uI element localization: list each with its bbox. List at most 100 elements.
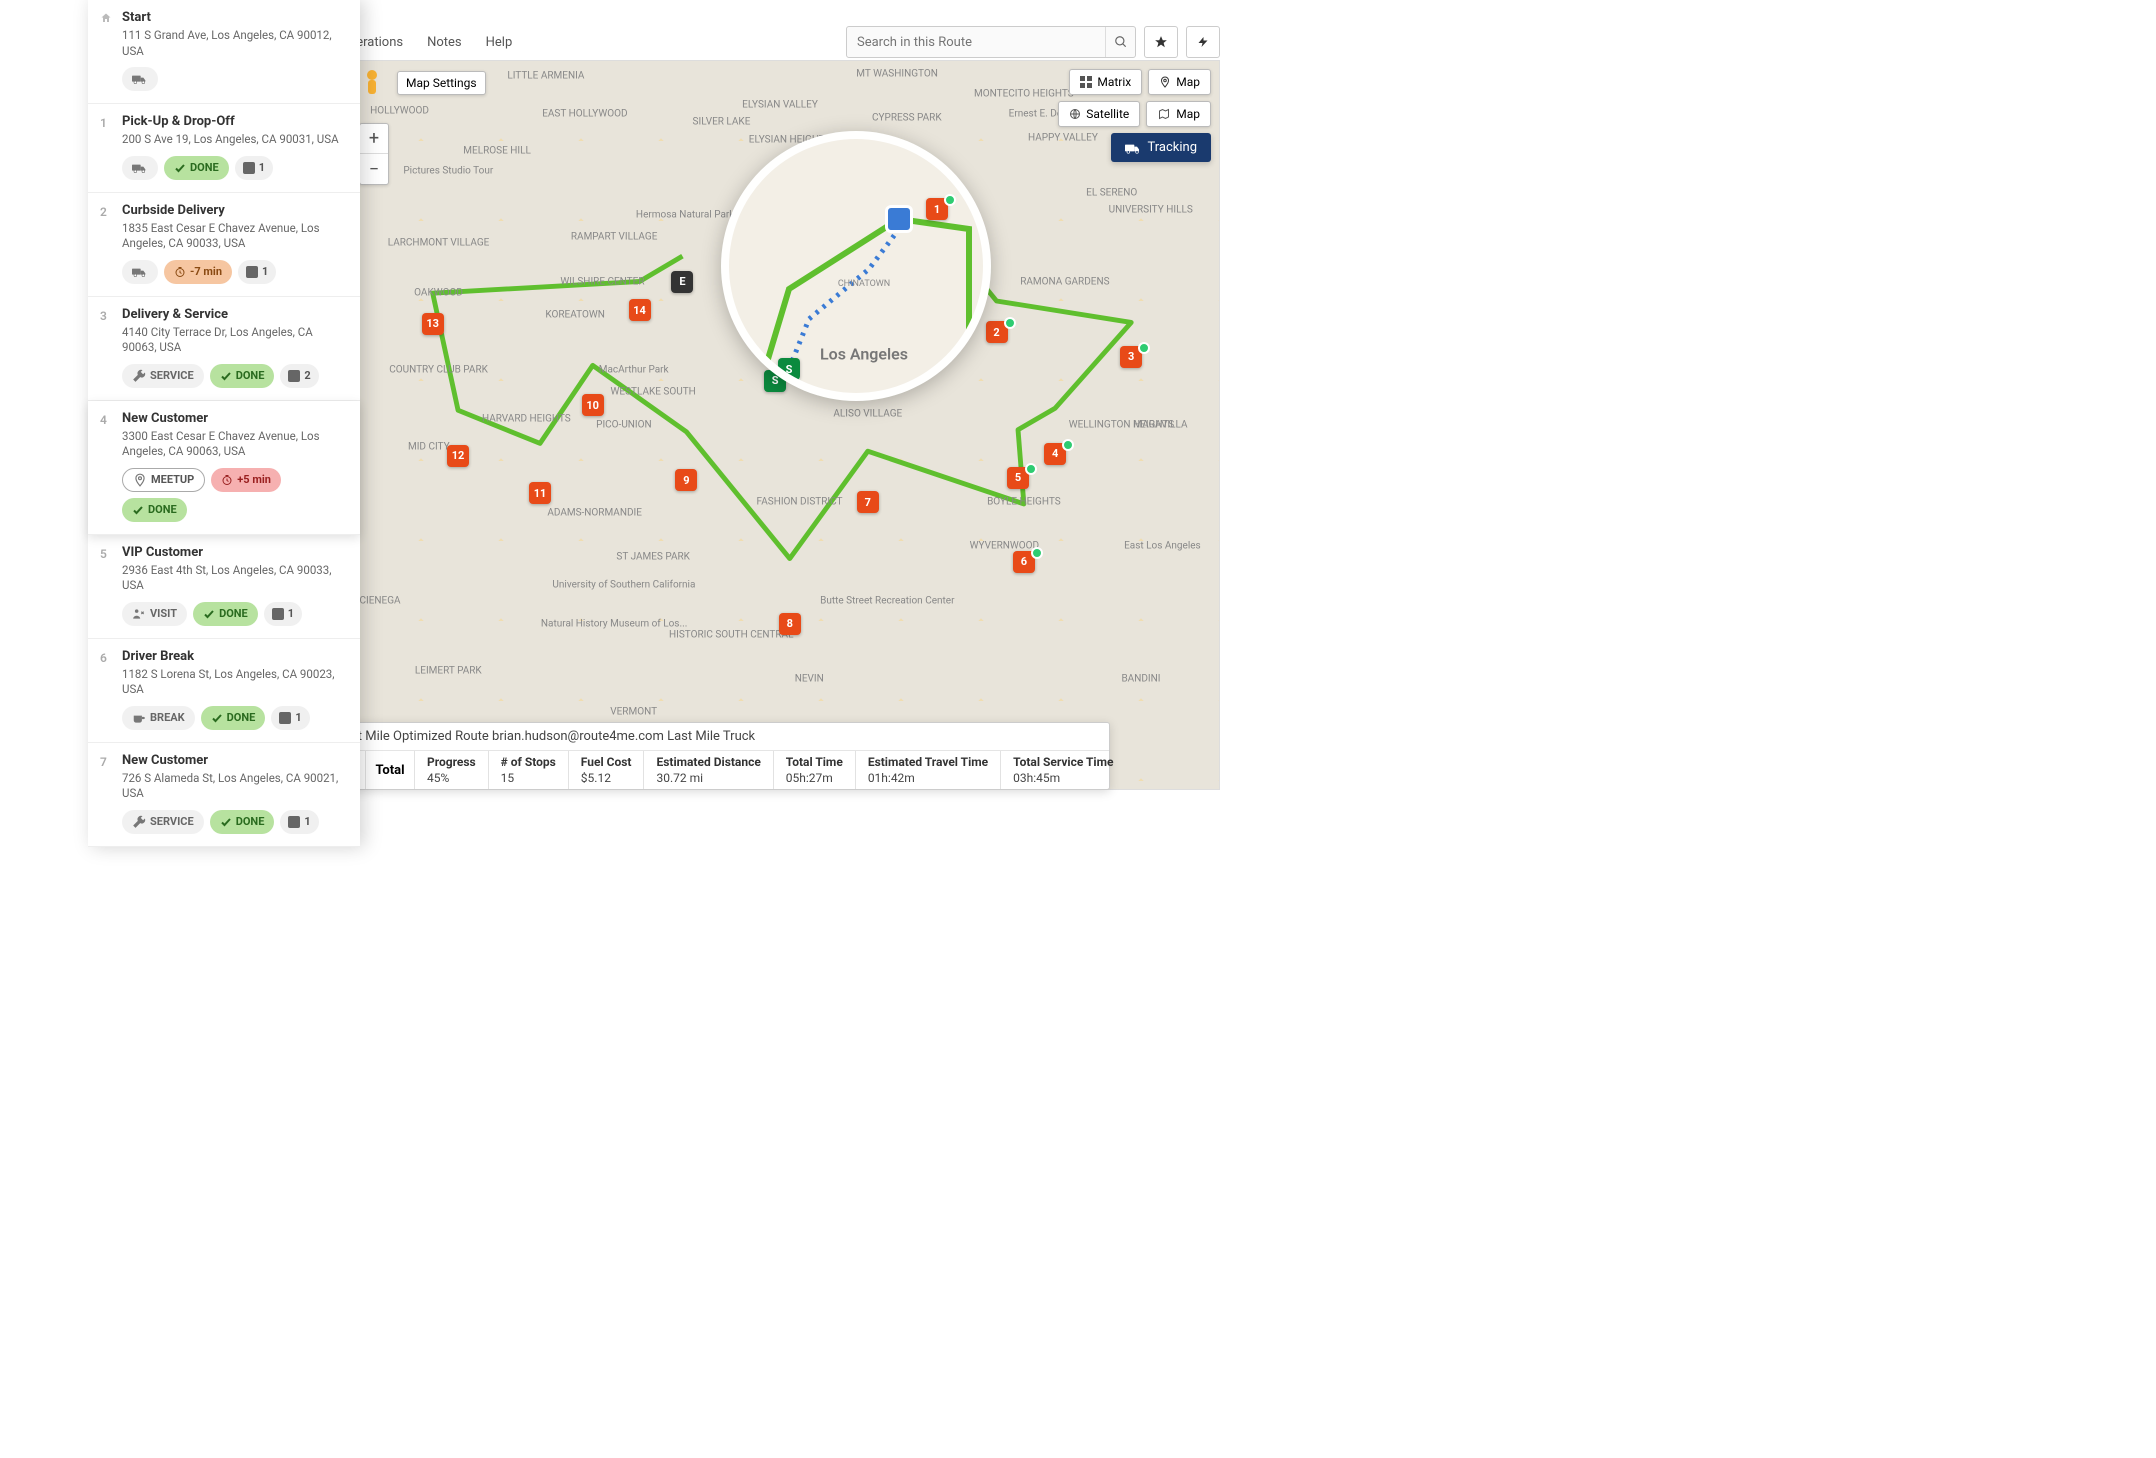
search-box[interactable] xyxy=(846,26,1136,58)
nav-help[interactable]: Help xyxy=(486,35,513,50)
stop-count-badge: 1 xyxy=(280,810,318,834)
stop-number: 2 xyxy=(100,205,107,219)
map-marker[interactable]: 5 xyxy=(1007,467,1029,489)
map-marker[interactable]: 12 xyxy=(447,445,469,467)
search-input[interactable] xyxy=(847,35,1105,50)
stop-badges: -7 min 1 xyxy=(122,260,348,284)
map-marker[interactable]: 9 xyxy=(675,469,697,491)
search-icon[interactable] xyxy=(1105,27,1135,57)
tracking-button[interactable]: Tracking xyxy=(1111,133,1211,162)
stop-title: Pick-Up & Drop-Off xyxy=(122,114,348,129)
top-nav: Operations Notes Help xyxy=(340,35,512,50)
stat-header: Total Time xyxy=(786,755,843,769)
map-marker[interactable]: 11 xyxy=(529,482,551,504)
map-layer-label: Map xyxy=(1176,107,1200,121)
tracking-label: Tracking xyxy=(1147,140,1197,155)
stop-type-badge: SERVICE xyxy=(122,810,204,834)
stop-type-badge xyxy=(122,260,158,284)
map-canvas[interactable]: LITTLE ARMENIAEAST HOLLYWOODHOLLYWOODMEL… xyxy=(340,60,1220,790)
stop-number: 1 xyxy=(100,116,107,130)
map-marker[interactable]: 13 xyxy=(422,313,444,335)
stop-number: 7 xyxy=(100,755,107,769)
map-marker[interactable]: 8 xyxy=(779,613,801,635)
home-icon xyxy=(100,12,112,24)
stop-address: 726 S Alameda St, Los Angeles, CA 90021,… xyxy=(122,771,348,802)
map-settings-button[interactable]: Map Settings xyxy=(397,71,486,95)
stop-title: New Customer xyxy=(122,411,348,426)
map-layer-toggle[interactable]: Map xyxy=(1146,101,1211,127)
stop-address: 3300 East Cesar E Chavez Avenue, Los Ang… xyxy=(122,429,348,460)
stop-title: VIP Customer xyxy=(122,545,348,560)
stop-type-badge: VISIT xyxy=(122,602,187,626)
stat-value: 03h:45m xyxy=(1013,771,1113,785)
favorite-button[interactable] xyxy=(1144,26,1178,58)
stop-badges: MEETUP +5 min DONE xyxy=(122,468,348,522)
stop-item[interactable]: 5 VIP Customer 2936 East 4th St, Los Angel… xyxy=(88,535,360,639)
summary-stat: Progress45% xyxy=(415,751,489,789)
nav-notes[interactable]: Notes xyxy=(427,35,462,50)
summary-stat: Estimated Travel Time01h:42m xyxy=(856,751,1001,789)
stop-number: 5 xyxy=(100,547,107,561)
map-marker[interactable]: 2 xyxy=(986,321,1008,343)
stop-badges: SERVICE DONE 1 xyxy=(122,810,348,834)
stop-type-badge: SERVICE xyxy=(122,364,204,388)
stop-address: 2936 East 4th St, Los Angeles, CA 90033,… xyxy=(122,563,348,594)
tracking-magnifier: S 1 Los Angeles CHINATOWN xyxy=(721,131,991,401)
stop-item[interactable]: 6Driver Break1182 S Lorena St, Los Angel… xyxy=(88,639,360,743)
stop-item[interactable]: Start111 S Grand Ave, Los Angeles, CA 90… xyxy=(88,0,360,104)
bolt-button[interactable] xyxy=(1186,26,1220,58)
stop-type-badge: MEETUP xyxy=(122,468,205,492)
stop-type-badge xyxy=(122,156,158,180)
pegman-icon[interactable] xyxy=(359,69,385,99)
map-marker[interactable]: 7 xyxy=(857,491,879,513)
zoom-in-button[interactable]: + xyxy=(360,124,388,154)
stat-value: 15 xyxy=(501,771,556,785)
matrix-label: Matrix xyxy=(1097,75,1131,89)
stop-count-badge: 1 xyxy=(235,156,273,180)
stat-header: Total Service Time xyxy=(1013,755,1113,769)
summary-total-label: Total xyxy=(365,751,415,789)
stat-value: 30.72 mi xyxy=(656,771,760,785)
stop-address: 1835 East Cesar E Chavez Avenue, Los Ang… xyxy=(122,221,348,252)
map-marker[interactable]: 10 xyxy=(582,394,604,416)
zoom-out-button[interactable]: − xyxy=(360,154,388,184)
stop-item[interactable]: 7 New Customer 726 S Alameda St, Los Angel… xyxy=(88,743,360,847)
zoom-controls: + − xyxy=(359,123,389,185)
stop-done-badge: DONE xyxy=(193,602,258,626)
map-toggle-label: Map xyxy=(1176,75,1200,89)
stop-done-badge: DONE xyxy=(122,498,187,522)
stat-header: # of Stops xyxy=(501,755,556,769)
map-marker[interactable]: 6 xyxy=(1013,551,1035,573)
stop-item[interactable]: 1Pick-Up & Drop-Off200 S Ave 19, Los Ang… xyxy=(88,104,360,193)
map-marker[interactable]: 14 xyxy=(629,299,651,321)
stop-address: 111 S Grand Ave, Los Angeles, CA 90012, … xyxy=(122,28,348,59)
map-top-right-controls: Matrix Map Satellite Map Tracking xyxy=(1058,69,1211,162)
stop-item[interactable]: 3Delivery & Service4140 City Terrace Dr,… xyxy=(88,297,360,401)
satellite-toggle[interactable]: Satellite xyxy=(1058,101,1140,127)
map-marker[interactable]: 4 xyxy=(1044,443,1066,465)
summary-stat: # of Stops 15 xyxy=(489,751,569,789)
stops-sidebar: Start111 S Grand Ave, Los Angeles, CA 90… xyxy=(88,0,360,847)
stop-title: Driver Break xyxy=(122,649,348,664)
stop-done-badge: DONE xyxy=(210,810,275,834)
stop-time-badge: -7 min xyxy=(164,260,232,284)
vehicle-icon xyxy=(885,205,913,233)
stop-title: New Customer xyxy=(122,753,348,768)
stop-title: Curbside Delivery xyxy=(122,203,348,218)
top-toolbar: Operations Notes Help xyxy=(340,25,1220,59)
stop-title: Delivery & Service xyxy=(122,307,348,322)
stop-badges: SERVICE DONE 2 xyxy=(122,364,348,388)
summary-stat: Total Time 05h:27m xyxy=(774,751,856,789)
stat-value: 05h:27m xyxy=(786,771,843,785)
stop-badges: BREAK DONE 1 xyxy=(122,706,348,730)
stop-item[interactable]: 4New Customer3300 East Cesar E Chavez Av… xyxy=(88,401,360,535)
map-marker[interactable]: E xyxy=(671,271,693,293)
stop-item[interactable]: 2 Curbside Delivery 1835 East Cesar E Chav… xyxy=(88,193,360,297)
matrix-toggle[interactable]: Matrix xyxy=(1069,69,1142,95)
map-marker[interactable]: 3 xyxy=(1120,346,1142,368)
route-summary: Last Mile Optimized Route brian.hudson@r… xyxy=(326,722,1110,790)
summary-title: Last Mile Optimized Route brian.hudson@r… xyxy=(327,723,1109,751)
map-toggle[interactable]: Map xyxy=(1148,69,1211,95)
stop-address: 4140 City Terrace Dr, Los Angeles, CA 90… xyxy=(122,325,348,356)
stop-type-badge xyxy=(122,67,158,91)
